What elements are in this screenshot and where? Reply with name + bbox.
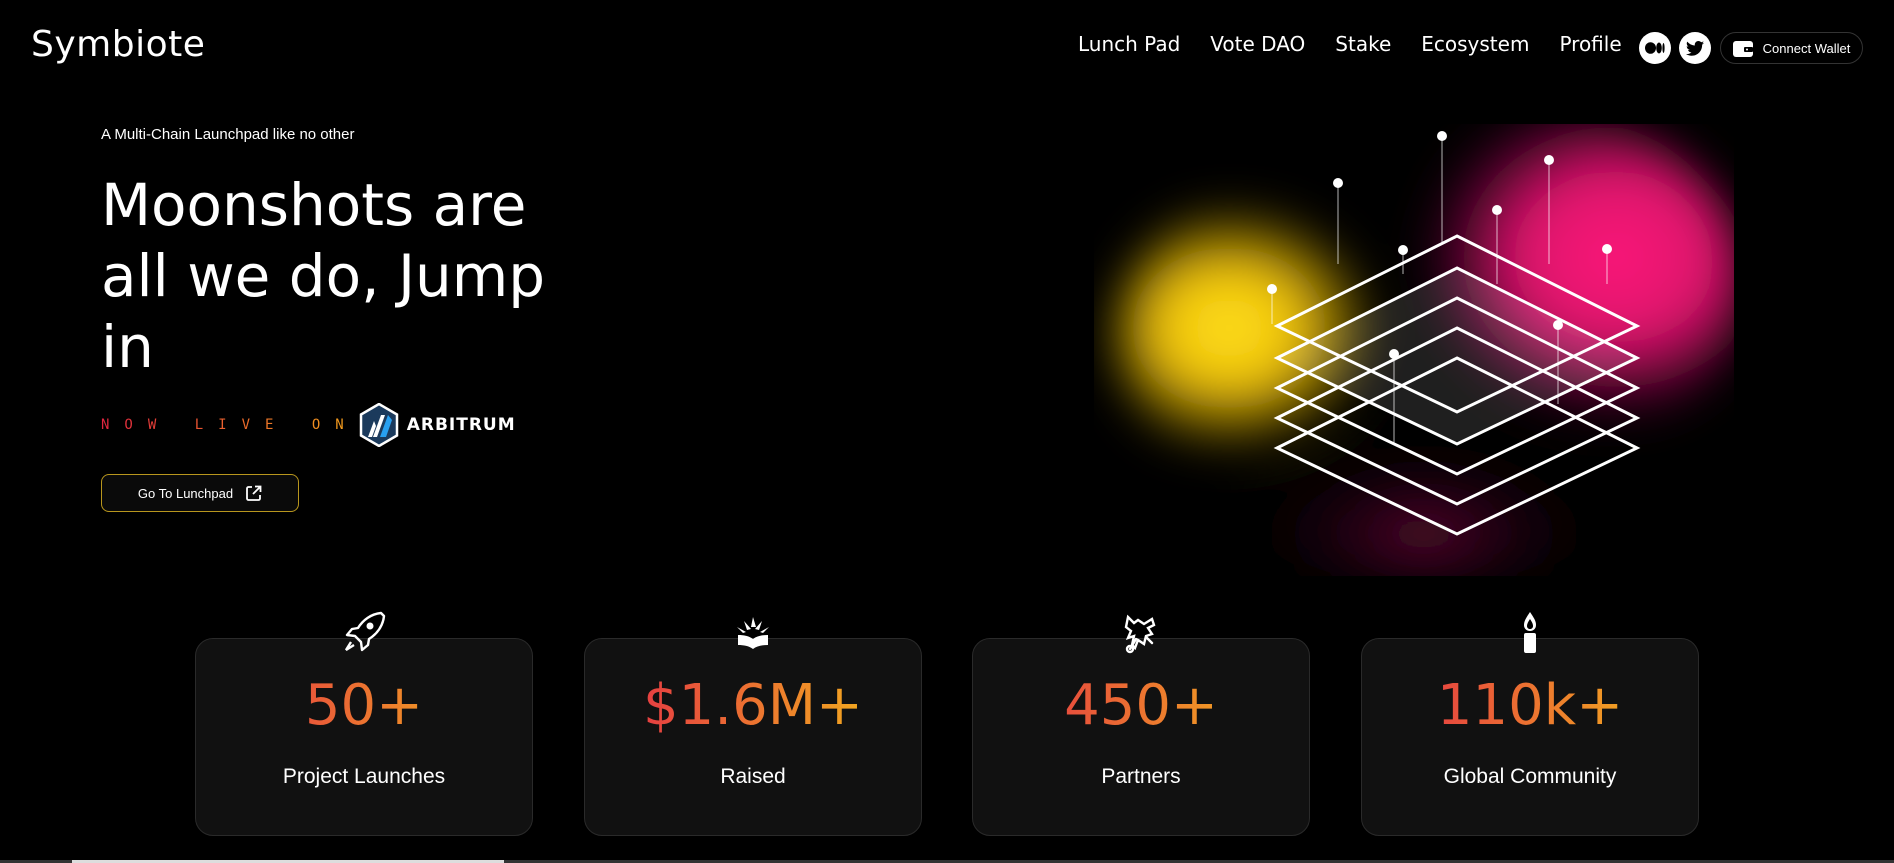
- brand-logo[interactable]: Symbiote: [31, 24, 205, 65]
- nav-item-profile[interactable]: Profile: [1559, 32, 1621, 56]
- hero-headline: Moonshots are all we do, Jump in: [101, 171, 546, 381]
- hero-illustration: [1114, 124, 1734, 576]
- go-to-launchpad-label: Go To Lunchpad: [137, 485, 234, 501]
- external-link-icon: [246, 485, 262, 501]
- nav-item-vote-dao[interactable]: Vote DAO: [1210, 32, 1305, 56]
- stat-value: 50+: [196, 673, 532, 738]
- go-to-launchpad-button[interactable]: Go To Lunchpad: [101, 474, 299, 512]
- hero-tagline: A Multi-Chain Launchpad like no other: [101, 126, 355, 143]
- live-on-arbitrum: NOW LIVE ON ARBITRUM: [101, 403, 516, 447]
- stat-label: Project Launches: [282, 765, 446, 788]
- connect-wallet-label: Connect Wallet: [1762, 40, 1851, 56]
- open-book-icon: [737, 617, 769, 649]
- medium-icon[interactable]: [1639, 32, 1671, 64]
- rocket-icon: [344, 611, 386, 652]
- stat-label: Global Community: [1443, 765, 1617, 788]
- stat-card-community: 110k+ Global Community: [1361, 612, 1699, 836]
- stat-label: Raised: [720, 765, 786, 788]
- now-live-label: NOW LIVE ON: [101, 417, 359, 433]
- dragon-icon: [1124, 614, 1156, 654]
- main-nav: Lunch Pad Vote DAO Stake Ecosystem Profi…: [1078, 32, 1652, 56]
- stat-value: 110k+: [1362, 673, 1698, 738]
- arbitrum-label: ARBITRUM: [406, 415, 516, 435]
- arbitrum-logo-icon: [359, 403, 398, 447]
- connect-wallet-button[interactable]: Connect Wallet: [1720, 32, 1863, 64]
- stat-card-raised: $1.6M+ Raised: [584, 617, 922, 836]
- nav-item-ecosystem[interactable]: Ecosystem: [1421, 32, 1529, 56]
- candle-icon: [1524, 612, 1536, 653]
- twitter-icon[interactable]: [1679, 32, 1711, 64]
- nav-item-lunch-pad[interactable]: Lunch Pad: [1078, 32, 1180, 56]
- stat-value: $1.6M+: [585, 673, 921, 738]
- nav-item-stake[interactable]: Stake: [1335, 32, 1391, 56]
- wallet-icon: [1732, 40, 1753, 57]
- stat-label: Partners: [1101, 765, 1181, 788]
- stat-value: 450+: [973, 673, 1309, 738]
- stat-card-launches: 50+ Project Launches: [195, 611, 533, 836]
- stat-card-partners: 450+ Partners: [972, 614, 1310, 836]
